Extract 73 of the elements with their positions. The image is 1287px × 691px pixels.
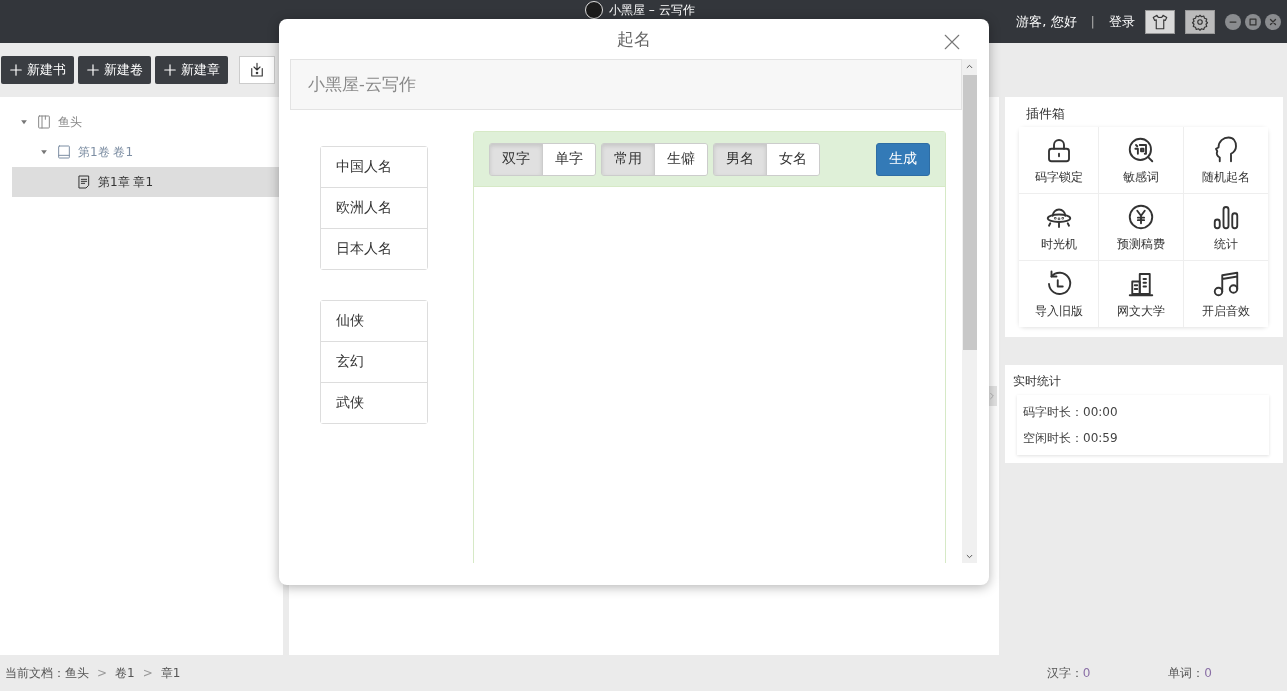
- plugin-tile[interactable]: 网文大学: [1099, 261, 1184, 327]
- category-item[interactable]: 中国人名: [321, 147, 427, 188]
- new-button[interactable]: 新建书: [1, 56, 74, 84]
- plugin-tile[interactable]: 随机起名: [1184, 127, 1268, 194]
- plugin-tile[interactable]: 统计: [1184, 194, 1268, 261]
- scroll-down-icon: [965, 552, 974, 560]
- settings-button[interactable]: [1185, 9, 1215, 34]
- count-value: 0: [1204, 665, 1212, 680]
- separator-text: |: [1090, 14, 1095, 29]
- count-label: 单词：: [1168, 665, 1205, 680]
- plugin-tile[interactable]: 导入旧版: [1019, 261, 1099, 327]
- window-title: 小黑屋 – 云写作: [609, 2, 695, 18]
- greeting-text: 游客, 您好: [1016, 12, 1077, 31]
- app-logo-icon: [585, 1, 603, 19]
- tray-download-icon: [248, 61, 266, 79]
- new-button[interactable]: 新建章: [155, 56, 228, 84]
- minimize-button[interactable]: [1225, 13, 1241, 30]
- close-icon: [1268, 16, 1278, 27]
- category-item[interactable]: 仙侠: [321, 301, 427, 342]
- count-label: 汉字：: [1046, 665, 1083, 680]
- tree-label: 第1卷 卷1: [78, 143, 134, 161]
- path-item: 章1: [160, 664, 181, 682]
- maximize-button[interactable]: [1245, 13, 1261, 30]
- path-item: 鱼头: [65, 664, 89, 682]
- maximize-icon: [1248, 16, 1258, 27]
- toggle-button[interactable]: 生僻: [655, 143, 707, 175]
- plugin-tile[interactable]: 预测稿费: [1099, 194, 1184, 261]
- stat-value: 00:00: [1083, 405, 1118, 419]
- stat-label: 空闲时长：: [1023, 429, 1083, 447]
- tree-item[interactable]: 鱼头: [12, 107, 283, 137]
- toggle-button[interactable]: 男名: [714, 143, 767, 175]
- dialog-title: 起名: [617, 27, 651, 51]
- close-button[interactable]: [1265, 13, 1281, 30]
- chevron-right-icon: [988, 391, 996, 401]
- tree-item[interactable]: 第1卷 卷1: [12, 137, 283, 167]
- tree-label: 第1章 章1: [98, 173, 154, 191]
- plus-icon: [86, 63, 100, 77]
- caret-down-icon: [39, 148, 49, 156]
- path-separator: >: [142, 666, 153, 680]
- toggle-button[interactable]: 女名: [767, 143, 819, 175]
- toggle-button[interactable]: 常用: [602, 143, 655, 175]
- notebook-icon: [56, 144, 72, 160]
- plus-icon: [163, 63, 177, 77]
- panel-title: 实时统计: [1012, 373, 1062, 390]
- plugin-tile[interactable]: 开启音效: [1184, 261, 1268, 327]
- banner-text: 小黑屋-云写作: [307, 73, 416, 96]
- plugin-tile[interactable]: 码字锁定: [1019, 127, 1099, 194]
- import-button[interactable]: [239, 56, 275, 84]
- plus-icon: [9, 63, 23, 77]
- settings-icon: [1191, 12, 1209, 31]
- tree-label: 鱼头: [58, 113, 82, 131]
- stat-label: 码字时长：: [1023, 403, 1083, 421]
- login-link[interactable]: 登录: [1109, 12, 1135, 31]
- path-item: 卷1: [115, 664, 135, 682]
- panel-title: 插件箱: [1025, 105, 1066, 123]
- scroll-up-icon: [965, 62, 974, 70]
- book-icon: [36, 114, 52, 130]
- generate-button[interactable]: 生成: [876, 142, 930, 176]
- stat-value: 00:59: [1083, 431, 1118, 445]
- new-button[interactable]: 新建卷: [78, 56, 151, 84]
- skin-button[interactable]: [1145, 9, 1175, 34]
- toggle-button[interactable]: 单字: [543, 143, 595, 175]
- scrollbar[interactable]: [962, 59, 977, 563]
- shirt-icon: [1151, 12, 1169, 31]
- plugin-tile[interactable]: 时光机: [1019, 194, 1099, 261]
- close-icon: [943, 33, 961, 51]
- count-value: 0: [1082, 665, 1091, 680]
- toggle-button[interactable]: 双字: [490, 143, 543, 175]
- path-separator: >: [97, 666, 108, 680]
- caret-down-icon: [19, 118, 29, 126]
- path-label: 当前文档：: [5, 664, 65, 682]
- document-icon: [76, 174, 92, 190]
- plugin-tile[interactable]: 敏感词: [1099, 127, 1184, 194]
